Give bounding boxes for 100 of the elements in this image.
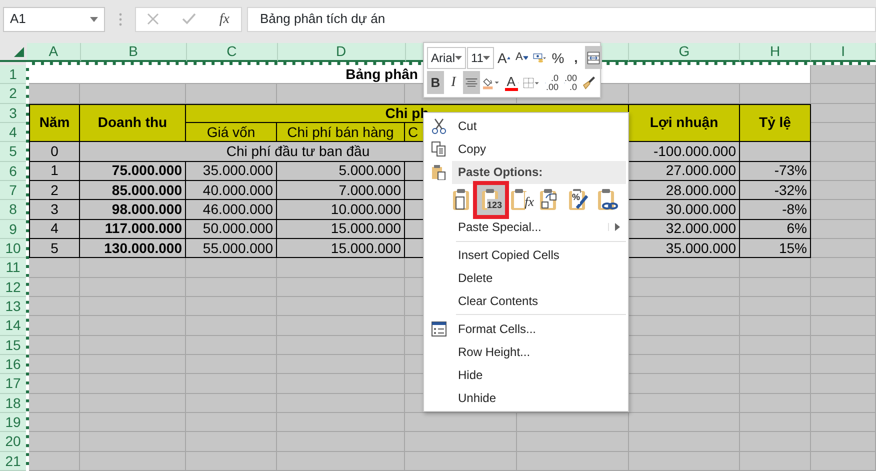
row-header[interactable]: 18 xyxy=(0,394,26,413)
grid-cell xyxy=(740,432,811,452)
column-header[interactable]: G xyxy=(629,43,740,62)
grid-cell xyxy=(29,336,80,355)
formula-field[interactable]: Bảng phân tích dự án xyxy=(247,6,876,32)
column-header[interactable]: A xyxy=(26,43,81,62)
row-header[interactable]: 10 xyxy=(0,239,26,258)
grid-cell xyxy=(811,162,876,181)
grid-cell xyxy=(740,84,811,104)
row-header[interactable]: 2 xyxy=(0,84,26,104)
table-cell: Tỷ lệ xyxy=(740,104,811,142)
table-cell: 15.000.000 xyxy=(277,220,405,239)
font-color-letter: A xyxy=(506,74,516,88)
name-box[interactable]: A1 xyxy=(3,6,105,32)
grid-cell xyxy=(29,278,80,297)
scissors-icon xyxy=(431,118,447,134)
table-cell: 0 xyxy=(29,142,80,162)
grid-cell xyxy=(811,84,876,104)
table-cell: -8% xyxy=(740,200,811,220)
table-cell: Giá vốn xyxy=(186,123,277,142)
menu-item[interactable]: Unhide xyxy=(426,386,626,409)
grid-cell xyxy=(29,316,80,336)
row-header[interactable]: 4 xyxy=(0,123,26,142)
row-header[interactable]: 9 xyxy=(0,220,26,239)
row-header[interactable]: 8 xyxy=(0,200,26,220)
bold-button[interactable]: B xyxy=(427,71,444,94)
row-header[interactable]: 20 xyxy=(0,432,26,452)
menu-item[interactable]: Row Height... xyxy=(426,340,626,364)
table-cell: 35.000.000 xyxy=(186,162,277,181)
center-align-button[interactable] xyxy=(463,71,480,94)
grid-cell xyxy=(811,65,876,84)
grid-cell xyxy=(29,297,80,316)
clipboard-icon xyxy=(431,164,447,180)
column-header[interactable]: I xyxy=(811,43,876,62)
table-cell: -100.000.000 xyxy=(629,142,740,162)
row-header[interactable]: 3 xyxy=(0,104,26,123)
table-cell: 5.000.000 xyxy=(277,162,405,181)
paste-option-button[interactable]: % xyxy=(564,184,592,215)
grid-cell xyxy=(811,432,876,452)
grid-cell xyxy=(29,258,80,278)
insert-function-button[interactable]: fx xyxy=(219,8,230,30)
grid-cell xyxy=(29,374,80,394)
select-all-icon[interactable] xyxy=(14,47,24,57)
column-header[interactable]: D xyxy=(278,43,406,62)
decimal-label: .00 xyxy=(564,74,578,82)
table-cell: 85.000.000 xyxy=(80,181,186,200)
row-header[interactable]: 11 xyxy=(0,258,26,278)
menu-item[interactable]: Hide xyxy=(426,363,626,386)
table-cell: 40.000.000 xyxy=(186,181,277,200)
table-cell: 7.000.000 xyxy=(277,181,405,200)
menu-item[interactable]: Format Cells... xyxy=(426,317,626,340)
table-cell: Năm xyxy=(29,104,80,142)
table-cell: 75.000.000 xyxy=(80,162,186,181)
merge-center-button[interactable] xyxy=(585,46,602,69)
column-header[interactable]: H xyxy=(740,43,812,62)
menu-item[interactable]: Clear Contents xyxy=(426,290,626,312)
column-header[interactable]: B xyxy=(80,43,187,62)
grid-cell xyxy=(740,336,811,355)
row-header[interactable]: 13 xyxy=(0,297,26,316)
table-cell: -32% xyxy=(740,181,811,200)
menu-item[interactable]: Delete xyxy=(426,266,626,290)
row-header[interactable]: 6 xyxy=(0,162,26,181)
grid-cell xyxy=(811,452,876,471)
grid-cell xyxy=(811,142,876,162)
table-cell: 55.000.000 xyxy=(186,239,277,258)
table-cell: 4 xyxy=(29,220,80,239)
grid-cell xyxy=(740,316,811,336)
menu-item[interactable]: Paste Special... xyxy=(426,216,626,239)
up-caret-icon xyxy=(506,56,510,60)
table-cell: 28.000.000 xyxy=(629,181,740,200)
row-header[interactable]: 19 xyxy=(0,413,26,432)
grid-cell xyxy=(811,413,876,432)
column-header[interactable]: C xyxy=(186,43,278,62)
grid-cell xyxy=(740,142,811,162)
row-header[interactable]: 1 xyxy=(0,65,26,84)
grid-cell xyxy=(811,355,876,374)
clipboard-icon xyxy=(596,188,618,212)
row-header[interactable]: 21 xyxy=(0,452,26,471)
row-header[interactable]: 16 xyxy=(0,355,26,374)
row-header[interactable]: 15 xyxy=(0,336,26,355)
row-header[interactable]: 7 xyxy=(0,181,26,200)
row-header[interactable]: 14 xyxy=(0,316,26,336)
font-size-field[interactable]: 11 xyxy=(467,46,494,68)
table-cell: Chi phí bán hàng xyxy=(277,123,405,142)
row-header[interactable]: 12 xyxy=(0,278,26,297)
decimal-label: .00 xyxy=(546,82,559,92)
grid-cell xyxy=(811,336,876,355)
row-header[interactable]: 5 xyxy=(0,142,26,162)
grid-cell xyxy=(811,297,876,316)
menu-item[interactable]: Insert Copied Cells xyxy=(426,244,626,267)
grid-cell xyxy=(740,413,811,432)
table-cell: 1 xyxy=(29,162,80,181)
drag-handle-icon[interactable] xyxy=(118,12,122,26)
table-cell: 10.000.000 xyxy=(277,200,405,220)
grid-cell xyxy=(811,104,876,123)
paste-option-button[interactable]: 123 xyxy=(477,184,505,215)
grid-cell xyxy=(811,316,876,336)
font-name-field[interactable]: Arial xyxy=(427,46,466,68)
row-header[interactable]: 17 xyxy=(0,374,26,394)
copy-icon xyxy=(431,141,447,158)
